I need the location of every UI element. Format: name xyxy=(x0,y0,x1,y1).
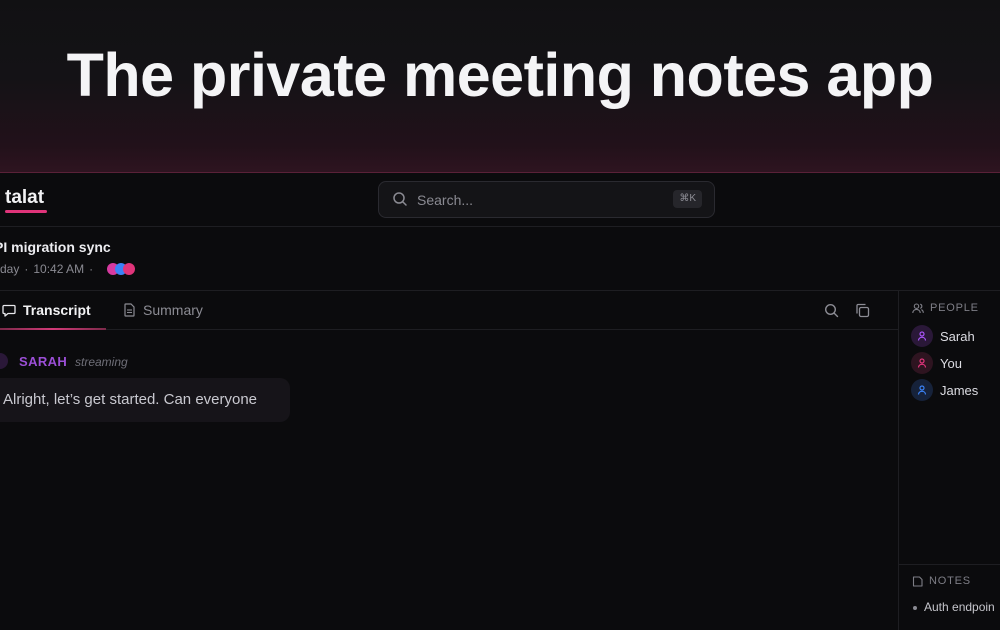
tab-transcript[interactable]: Transcript xyxy=(0,291,106,330)
document-icon xyxy=(124,303,135,317)
person-name: Sarah xyxy=(940,329,975,344)
hero-banner: The private meeting notes app xyxy=(0,0,1000,173)
people-icon xyxy=(912,302,924,313)
notes-heading: NOTES xyxy=(929,575,971,587)
hero-headline: The private meeting notes app xyxy=(66,41,934,109)
meeting-time: 10:42 AM xyxy=(33,262,85,276)
search-icon[interactable] xyxy=(824,303,839,318)
search-shortcut-badge: ⌘K xyxy=(673,190,702,208)
person-avatar xyxy=(911,352,933,374)
streaming-status: streaming xyxy=(75,355,128,369)
user-icon xyxy=(917,358,927,368)
notes-divider xyxy=(899,564,1000,565)
notes-section-heading: NOTES xyxy=(912,575,971,587)
transcript-bubble: Alright, let’s get started. Can everyone xyxy=(0,378,290,422)
meeting-meta: day · 10:42 AM · xyxy=(0,262,98,276)
search-icon xyxy=(393,192,407,206)
transcript-text: Alright, let’s get started. Can everyone xyxy=(3,391,258,408)
person-avatar xyxy=(911,325,933,347)
meeting-date: day xyxy=(0,262,20,276)
participant-avatar-dot xyxy=(123,263,135,275)
chat-bubble-icon xyxy=(2,304,16,317)
bullet-icon xyxy=(913,605,917,610)
meeting-title: PI migration sync xyxy=(0,239,111,255)
person-item-james[interactable]: James xyxy=(911,379,1000,401)
participant-avatars[interactable] xyxy=(107,263,137,275)
person-name: You xyxy=(940,356,962,371)
search-input[interactable] xyxy=(415,189,639,211)
top-bar: talat ⌘K xyxy=(0,173,1000,227)
right-sidebar: PEOPLE Sarah You James NOTES Auth endpoi… xyxy=(898,291,1000,630)
person-avatar xyxy=(911,379,933,401)
user-icon xyxy=(917,385,927,395)
note-item[interactable]: Auth endpoin xyxy=(913,600,995,614)
meta-separator: · xyxy=(89,262,94,276)
meta-separator: · xyxy=(24,262,29,276)
user-icon xyxy=(917,331,927,341)
person-item-sarah[interactable]: Sarah xyxy=(911,325,1000,347)
note-text: Auth endpoin xyxy=(924,600,995,614)
app-window: talat ⌘K PI migration sync day · 10:42 AM ·… xyxy=(0,173,1000,630)
tab-label: Summary xyxy=(143,302,203,318)
app-logo[interactable]: talat xyxy=(5,187,44,209)
person-name: James xyxy=(940,383,979,398)
tab-summary[interactable]: Summary xyxy=(123,291,203,329)
speaker-avatar xyxy=(0,353,8,369)
tab-bar: Transcript Summary xyxy=(0,291,898,330)
search-box[interactable]: ⌘K xyxy=(378,181,715,218)
speaker-name: SARAH xyxy=(19,354,68,369)
transcript-panel: Transcript Summary SARAH streaming Alrig… xyxy=(0,291,898,630)
logo-underline xyxy=(5,210,47,213)
people-section-heading: PEOPLE xyxy=(912,302,979,314)
tab-label: Transcript xyxy=(23,302,91,318)
people-heading: PEOPLE xyxy=(930,302,979,314)
note-icon xyxy=(912,575,923,587)
copy-icon[interactable] xyxy=(855,303,870,318)
person-item-you[interactable]: You xyxy=(911,352,1000,374)
